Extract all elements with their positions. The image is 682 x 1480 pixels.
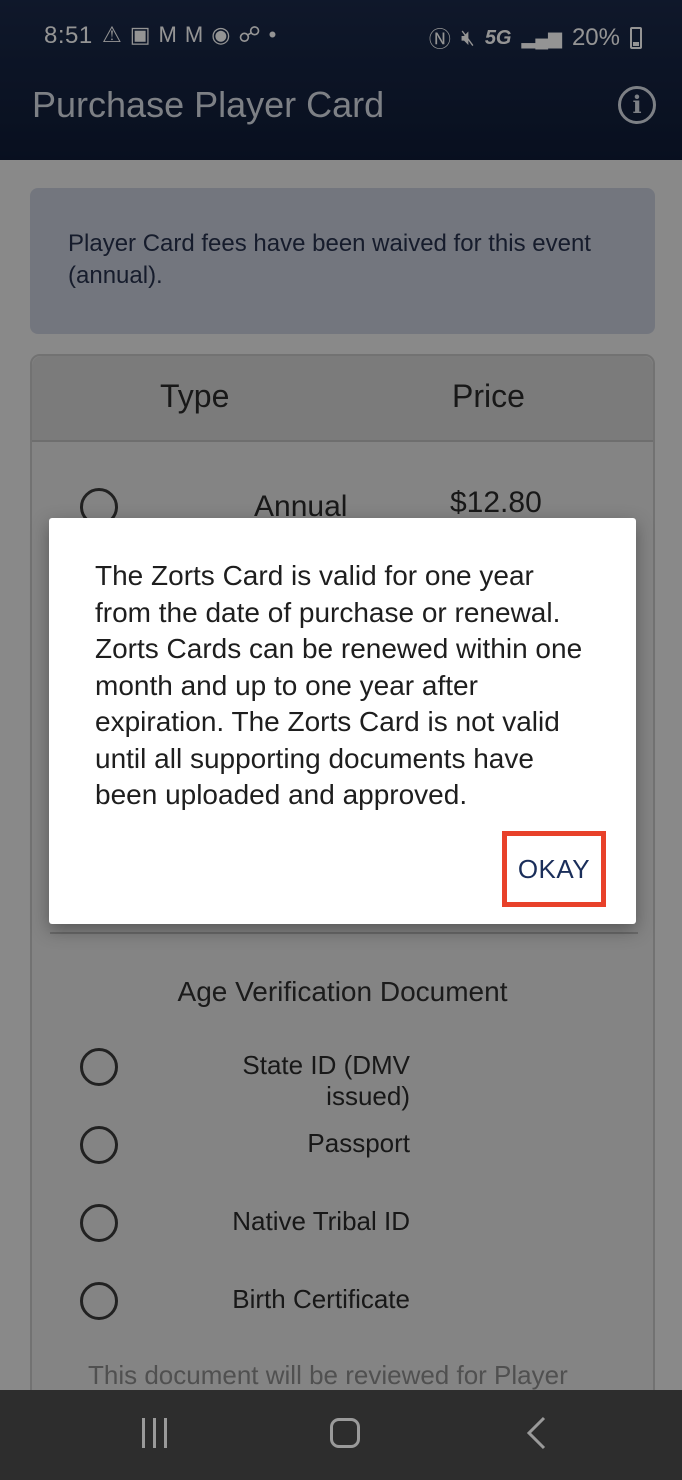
recent-apps-icon[interactable] (140, 1418, 170, 1448)
dialog-message: The Zorts Card is valid for one year fro… (95, 560, 583, 810)
back-icon[interactable] (526, 1416, 546, 1450)
home-icon[interactable] (330, 1418, 360, 1448)
info-dialog: The Zorts Card is valid for one year fro… (49, 518, 636, 924)
screen: 8:51 ⚠ ▣ M M ◉ ☍ • Ⓝ 🔇︎ 5G ▂▄▆ 20% Purch… (0, 0, 682, 1480)
okay-button[interactable]: OKAY (502, 831, 606, 907)
system-nav-bar (0, 1390, 682, 1480)
